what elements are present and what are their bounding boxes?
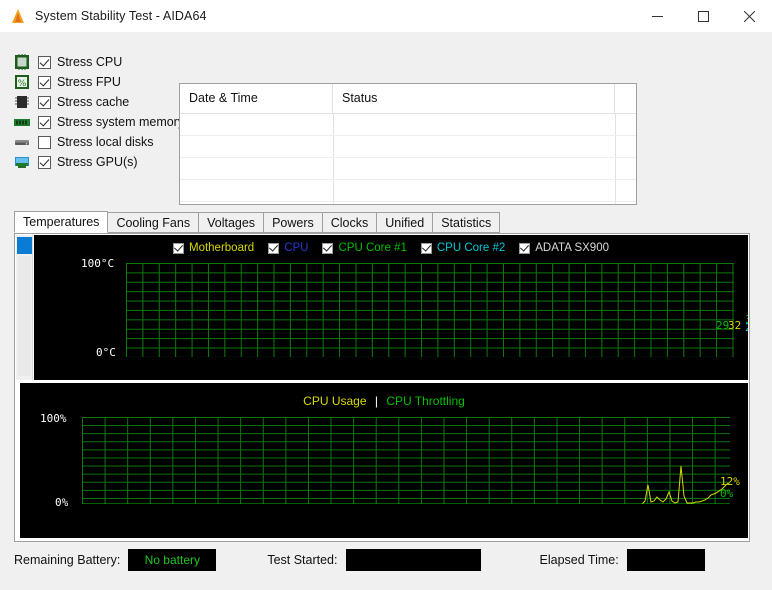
cache-chip-icon (14, 94, 30, 110)
stability-test-window: System Stability Test - AIDA64 Stress CP… (0, 0, 772, 590)
temp-axis-max-label: 100°C (81, 257, 115, 270)
stress-option-local-disks[interactable]: Stress local disks (14, 132, 174, 152)
scrollbar-thumb[interactable] (17, 237, 32, 254)
legend-label: ADATA SX900 (535, 242, 609, 254)
legend-checkbox-adata-sx900[interactable] (519, 242, 531, 254)
maximize-button[interactable] (680, 0, 726, 32)
stress-option-fpu[interactable]: % Stress FPU (14, 72, 174, 92)
stress-option-label: Stress local disks (57, 135, 154, 149)
test-started-label: Test Started: (267, 553, 338, 567)
checkbox-stress-cache[interactable] (38, 95, 51, 109)
log-header-row: Date & Time Status (180, 84, 636, 114)
log-rows-area (180, 114, 636, 204)
checkbox-stress-gpu[interactable] (38, 155, 51, 169)
stress-option-label: Stress system memory (57, 115, 185, 129)
usage-title-separator: | (374, 394, 378, 408)
legend-label: CPU (284, 242, 309, 254)
title-bar: System Stability Test - AIDA64 (0, 0, 772, 33)
graph-panel: Motherboard CPU CPU Core #1 CPU Core #2 (14, 234, 750, 542)
usage-axis-min-label: 0% (55, 496, 69, 509)
stress-option-label: Stress FPU (57, 75, 121, 89)
remaining-battery-value: No battery (128, 549, 217, 571)
tab-powers[interactable]: Powers (263, 212, 323, 233)
log-column-header-status[interactable]: Status (333, 84, 615, 114)
event-log-list[interactable]: Date & Time Status (179, 83, 637, 205)
stress-option-label: Stress CPU (57, 55, 123, 69)
log-column-header-datetime[interactable]: Date & Time (180, 84, 333, 114)
scrollbar-track[interactable] (18, 256, 31, 376)
hard-disk-icon (14, 134, 30, 150)
tab-statistics[interactable]: Statistics (432, 212, 501, 233)
cpu-throttling-trace (82, 503, 730, 504)
cpu-chip-icon (14, 54, 30, 70)
close-button[interactable] (726, 0, 772, 32)
fpu-chip-icon: % (14, 74, 30, 90)
throttling-value-label: 0% (720, 487, 734, 500)
remaining-battery-label: Remaining Battery: (14, 553, 121, 567)
test-started-value (345, 549, 481, 571)
gpu-monitor-icon (14, 154, 30, 170)
checkbox-stress-local-disks[interactable] (38, 135, 51, 149)
status-row: Remaining Battery: No battery Test Start… (14, 548, 754, 572)
usage-title-cpu-throttling: CPU Throttling (386, 394, 465, 408)
stress-options-panel: Stress CPU % Stress FPU Stress cache Str… (14, 52, 184, 172)
legend-checkbox-cpu[interactable] (268, 242, 280, 254)
svg-text:%: % (18, 79, 27, 89)
temp-axis-min-label: 0°C (96, 346, 116, 359)
stress-option-label: Stress cache (57, 95, 130, 109)
legend-checkbox-motherboard[interactable] (172, 242, 184, 254)
temperature-grid (126, 263, 734, 357)
legend-checkbox-cpu-core-2[interactable] (420, 242, 432, 254)
legend-checkbox-cpu-core-1[interactable] (322, 242, 334, 254)
usage-title-cpu-usage: CPU Usage (303, 394, 367, 408)
window-title: System Stability Test - AIDA64 (35, 9, 207, 23)
legend-item-adata-sx900[interactable]: ADATA SX900 (519, 242, 609, 254)
legend-item-cpu-core-2[interactable]: CPU Core #2 (420, 242, 506, 254)
elapsed-time-label: Elapsed Time: (539, 553, 619, 567)
flame-icon (10, 8, 26, 24)
stress-option-cache[interactable]: Stress cache (14, 92, 174, 112)
tab-clocks[interactable]: Clocks (321, 212, 378, 233)
window-body: Stress CPU % Stress FPU Stress cache Str… (0, 33, 772, 590)
legend-item-cpu-core-1[interactable]: CPU Core #1 (322, 242, 407, 254)
legend-item-motherboard[interactable]: Motherboard (172, 242, 255, 254)
temperature-legend: Motherboard CPU CPU Core #1 CPU Core #2 (34, 242, 748, 254)
temp-value-motherboard: 32 (728, 319, 742, 332)
temperature-graph: Motherboard CPU CPU Core #1 CPU Core #2 (34, 235, 748, 380)
tab-unified[interactable]: Unified (376, 212, 434, 233)
tab-cooling-fans[interactable]: Cooling Fans (107, 212, 200, 233)
legend-label: CPU Core #1 (338, 242, 407, 254)
legend-label: CPU Core #2 (436, 242, 506, 254)
legend-item-cpu[interactable]: CPU (268, 242, 308, 254)
checkbox-stress-cpu[interactable] (38, 55, 51, 69)
checkbox-stress-memory[interactable] (38, 115, 51, 129)
temperature-scrollbar[interactable] (16, 235, 33, 380)
tab-temperatures[interactable]: Temperatures (14, 211, 109, 233)
usage-axis-max-label: 100% (40, 412, 67, 425)
stress-option-memory[interactable]: Stress system memory (14, 112, 184, 132)
stress-option-gpu[interactable]: Stress GPU(s) (14, 152, 174, 172)
memory-module-icon (14, 114, 30, 130)
elapsed-time-value (626, 549, 705, 571)
checkbox-stress-fpu[interactable] (38, 75, 51, 89)
cpu-usage-title: CPU Usage | CPU Throttling (20, 394, 748, 408)
stress-option-cpu[interactable]: Stress CPU (14, 52, 174, 72)
legend-label: Motherboard (188, 242, 255, 254)
log-column-header-extra[interactable] (615, 84, 636, 114)
cpu-usage-graph: CPU Usage | CPU Throttling 100% 0% 12% 0… (20, 383, 748, 538)
stress-option-label: Stress GPU(s) (57, 155, 138, 169)
minimize-button[interactable] (634, 0, 680, 32)
graph-tabs: Temperatures Cooling Fans Voltages Power… (14, 211, 750, 234)
temp-value-cpu-core-2: 28 (745, 321, 748, 334)
tab-voltages[interactable]: Voltages (198, 212, 265, 233)
